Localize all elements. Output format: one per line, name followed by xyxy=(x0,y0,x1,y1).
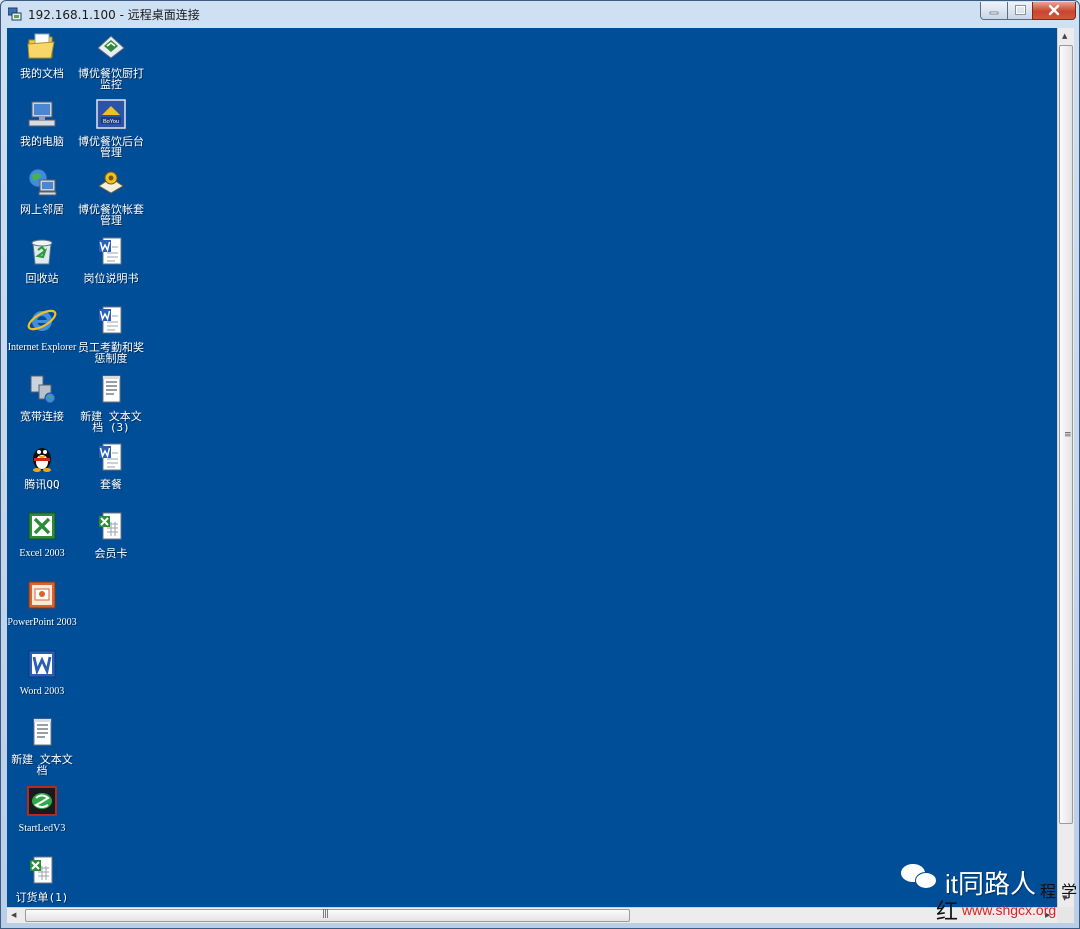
text-document-icon xyxy=(102,375,121,403)
maximize-icon xyxy=(1015,5,1026,15)
horizontal-scroll-thumb[interactable]: ||| xyxy=(25,909,630,922)
watermark-side-chars: 程 学 xyxy=(1040,882,1078,901)
close-icon xyxy=(1048,4,1060,16)
desktop-icon-word-2003[interactable]: Word 2003 xyxy=(7,648,78,697)
excel-document-icon xyxy=(99,512,122,540)
watermark-name: it同路人 xyxy=(945,869,1037,899)
icon-label: 我的电脑 xyxy=(20,135,64,148)
computer-icon xyxy=(28,101,56,127)
internet-explorer-icon xyxy=(27,309,57,331)
desktop-icon-new-text-doc[interactable]: 新建 文本文档 xyxy=(7,716,78,776)
word-document-icon xyxy=(99,443,122,471)
desktop-icon-powerpoint-2003[interactable]: PowerPoint 2003 xyxy=(7,579,78,628)
folder-documents-icon xyxy=(27,33,55,59)
icon-label: StartLedV3 xyxy=(18,823,66,834)
qq-penguin-icon xyxy=(33,448,51,472)
desktop-icon-internet-explorer[interactable]: Internet Explorer xyxy=(7,304,78,353)
desktop-icon-recycle-bin[interactable]: 回收站 xyxy=(7,235,78,284)
desktop-icon-account-mgmt[interactable]: 博优餐饮帐套管理 xyxy=(75,166,147,226)
icon-label: 订货单(1) xyxy=(15,891,69,904)
excel-icon xyxy=(28,512,56,540)
account-set-icon xyxy=(98,171,124,194)
vertical-scroll-thumb[interactable]: ≡ xyxy=(1059,45,1073,824)
icon-label: 套餐 xyxy=(100,478,122,491)
desktop-icon-excel-2003[interactable]: Excel 2003 xyxy=(7,510,78,559)
desktop-icon-member-card[interactable]: 会员卡 xyxy=(75,510,147,559)
icon-label: 新建 文本文档 (3) xyxy=(80,410,142,434)
watermark-mark: 红 xyxy=(936,900,959,925)
recycle-bin-icon xyxy=(31,239,53,265)
desktop-icon-network[interactable]: 网上邻居 xyxy=(7,166,78,215)
desktop-icon-my-documents[interactable]: 我的文档 xyxy=(7,30,78,79)
title-bar[interactable]: 192.168.1.100 - 远程桌面连接 xyxy=(1,1,1079,27)
watermark-url: www.shgcx.org xyxy=(962,902,1057,918)
desktop-icon-kitchen-print[interactable]: 博优餐饮厨打监控 xyxy=(75,30,147,90)
desktop-icon-job-desc[interactable]: 岗位说明书 xyxy=(75,235,147,284)
icon-label: Word 2003 xyxy=(19,686,65,697)
icon-label: 回收站 xyxy=(25,272,59,285)
wechat-bubble-icon xyxy=(915,872,937,889)
startled-app-icon xyxy=(27,786,57,816)
minimize-button[interactable] xyxy=(980,2,1008,20)
icon-label: 我的文档 xyxy=(20,67,64,80)
scroll-left-arrow-icon[interactable]: ◀ xyxy=(11,911,16,919)
scroll-up-arrow-icon[interactable]: ▲ xyxy=(1062,32,1067,40)
vertical-scrollbar[interactable]: ▲ ≡ ▼ xyxy=(1057,28,1074,907)
icon-label: PowerPoint 2003 xyxy=(7,617,77,628)
icon-label: 博优餐饮后台管理 xyxy=(78,135,144,159)
watermark: it同路人 程 学 红 www.shgcx.org xyxy=(899,858,1080,928)
maximize-button[interactable] xyxy=(1007,2,1033,20)
icon-label: Excel 2003 xyxy=(19,548,65,559)
desktop-icon-backend-mgmt[interactable]: BoYou 博优餐饮后台管理 xyxy=(75,98,147,158)
grip-icon: ≡ xyxy=(1064,430,1072,440)
desktop-icon-attendance[interactable]: 员工考勤和奖惩制度 xyxy=(75,304,147,364)
desktop-icon-new-text-doc-3[interactable]: 新建 文本文档 (3) xyxy=(75,373,147,433)
icon-label: 会员卡 xyxy=(94,547,128,560)
svg-text:BoYou: BoYou xyxy=(103,119,119,125)
excel-document-icon xyxy=(30,856,53,884)
word-document-icon xyxy=(99,237,122,265)
window-title: 192.168.1.100 - 远程桌面连接 xyxy=(28,8,200,22)
word-document-icon xyxy=(99,306,122,334)
desktop-icon-startled[interactable]: StartLedV3 xyxy=(7,785,78,834)
close-button[interactable] xyxy=(1032,2,1076,20)
powerpoint-icon xyxy=(28,581,56,609)
desktop-icon-broadband[interactable]: 宽带连接 xyxy=(7,373,78,422)
icon-label: 岗位说明书 xyxy=(83,272,139,285)
minimize-icon xyxy=(989,11,999,15)
desktop-icon-qq[interactable]: 腾讯QQ xyxy=(7,441,78,490)
icon-label: 网上邻居 xyxy=(20,203,64,216)
network-places-icon xyxy=(28,168,57,196)
text-document-icon xyxy=(33,718,52,746)
icon-label: 博优餐饮厨打监控 xyxy=(78,67,144,91)
remote-desktop-area[interactable]: 我的文档 我的电脑 网上邻居 回收站 Internet Explorer 宽带连… xyxy=(7,28,1057,907)
remote-desktop-icon xyxy=(8,7,22,21)
desktop-icon-my-computer[interactable]: 我的电脑 xyxy=(7,98,78,147)
desktop-icon-set-meal[interactable]: 套餐 xyxy=(75,441,147,490)
icon-label: 员工考勤和奖惩制度 xyxy=(78,341,144,365)
icon-label: 宽带连接 xyxy=(20,410,64,423)
icon-label: 博优餐饮帐套管理 xyxy=(78,203,144,227)
word-icon xyxy=(28,650,56,678)
kitchen-print-monitor-icon xyxy=(97,35,125,59)
icon-label: Internet Explorer xyxy=(7,342,77,353)
icon-label: 腾讯QQ xyxy=(24,478,60,491)
broadband-connection-icon xyxy=(30,375,56,404)
icon-label: 新建 文本文档 xyxy=(11,753,73,777)
grip-icon: ||| xyxy=(322,909,329,919)
boyou-backend-icon: BoYou xyxy=(96,99,126,129)
desktop-icon-order-sheet[interactable]: 订货单(1) xyxy=(7,854,78,903)
